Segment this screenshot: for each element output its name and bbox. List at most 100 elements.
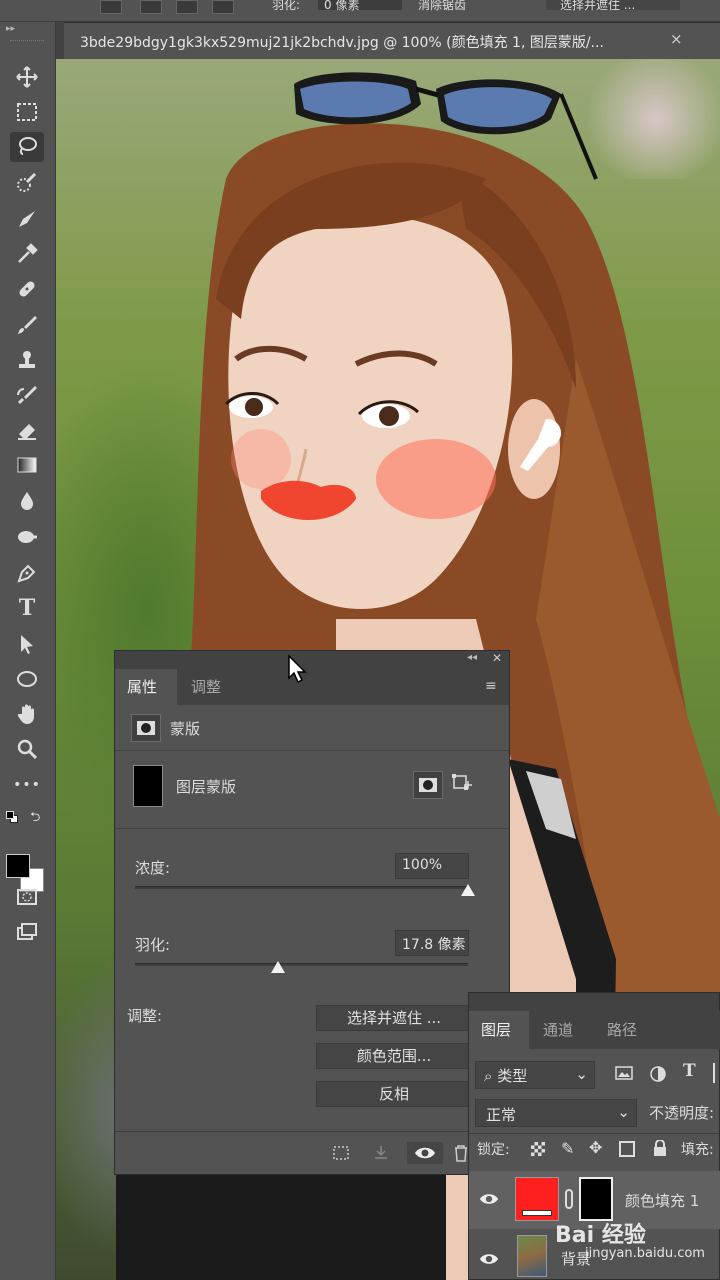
opacity-label: 不透明度: xyxy=(649,1104,715,1122)
filter-shape-icon[interactable] xyxy=(713,1063,720,1083)
density-field[interactable]: 100% xyxy=(395,853,469,879)
filter-type-icon[interactable]: T xyxy=(683,1061,696,1081)
healing-brush-icon[interactable] xyxy=(10,274,44,304)
visibility-eye-icon[interactable] xyxy=(407,1142,443,1164)
feather-value-field[interactable]: 0 像素 xyxy=(318,0,402,12)
baidu-watermark-url: jingyan.baidu.com xyxy=(585,1246,705,1261)
lock-position-icon[interactable]: ✥ xyxy=(589,1138,602,1157)
blur-icon[interactable] xyxy=(10,486,44,516)
apply-mask-icon[interactable] xyxy=(369,1142,393,1164)
load-selection-icon[interactable] xyxy=(329,1142,353,1164)
toolbar-grip[interactable] xyxy=(10,40,44,44)
filter-pixel-icon[interactable] xyxy=(615,1065,635,1083)
filter-kind-dropdown[interactable]: ⌕ 类型 ⌄ xyxy=(475,1061,595,1089)
layers-panel-header[interactable] xyxy=(469,993,719,1011)
default-colors-icon[interactable] xyxy=(6,811,18,823)
adjust-label: 调整: xyxy=(127,1007,163,1025)
filter-adjustment-icon[interactable] xyxy=(649,1065,669,1083)
background-thumbnail[interactable] xyxy=(517,1235,547,1277)
quick-mask-icon[interactable] xyxy=(10,882,44,912)
eraser-icon[interactable] xyxy=(10,415,44,445)
lasso-icon[interactable] xyxy=(10,132,44,162)
density-slider-thumb[interactable] xyxy=(461,884,475,896)
gradient-icon[interactable] xyxy=(10,450,44,480)
clone-stamp-icon[interactable] xyxy=(10,345,44,375)
history-brush-icon[interactable] xyxy=(10,380,44,410)
density-slider[interactable] xyxy=(135,886,468,889)
brush-icon[interactable] xyxy=(10,310,44,340)
density-label: 浓度: xyxy=(135,859,171,877)
dodge-icon[interactable] xyxy=(10,522,44,552)
fill-layer-icon xyxy=(522,1210,552,1216)
layer-mask-thumbnail[interactable] xyxy=(133,765,163,807)
tab-properties[interactable]: 属性 xyxy=(115,669,177,705)
layer-visibility-eye-icon[interactable] xyxy=(479,1191,503,1209)
mask-section: 蒙版 xyxy=(115,705,509,751)
color-fill-thumbnail[interactable] xyxy=(515,1177,559,1221)
new-selection-icon[interactable] xyxy=(100,0,122,14)
tab-paths[interactable]: 路径 xyxy=(595,1011,655,1049)
close-panel-icon[interactable]: ✕ xyxy=(492,651,502,665)
layer-visibility-eye-icon[interactable] xyxy=(479,1251,503,1269)
invert-button[interactable]: 反相 xyxy=(316,1081,472,1107)
quick-selection-icon[interactable] xyxy=(10,168,44,198)
document-title: 3bde29bdgy1gk3kx529muj21jk2bchdv.jpg @ 1… xyxy=(80,35,604,51)
tab-adjustments[interactable]: 调整 xyxy=(179,669,239,705)
color-range-button[interactable]: 颜色范围... xyxy=(316,1043,472,1069)
feather-field[interactable]: 17.8 像素 xyxy=(395,930,469,956)
feather-slider-thumb[interactable] xyxy=(271,961,286,973)
properties-tabs: 属性 调整 xyxy=(115,669,509,705)
layer-name[interactable]: 颜色填充 1 xyxy=(625,1190,699,1211)
move-icon[interactable] xyxy=(10,62,44,92)
layer-mask-thumbnail[interactable] xyxy=(579,1177,613,1221)
close-document-icon[interactable]: × xyxy=(670,30,683,48)
feather-label: 羽化: xyxy=(135,936,171,954)
screen-mode-icon[interactable] xyxy=(10,917,44,947)
mask-section-label: 蒙版 xyxy=(170,720,201,738)
tab-channels[interactable]: 通道 xyxy=(531,1011,593,1049)
document-tab[interactable]: 3bde29bdgy1gk3kx529muj21jk2bchdv.jpg @ 1… xyxy=(64,22,720,59)
lock-artboard-icon[interactable] xyxy=(619,1141,635,1157)
divider xyxy=(469,1133,719,1134)
panel-menu-icon[interactable]: ≡ xyxy=(485,678,497,694)
add-pixel-mask-icon[interactable] xyxy=(413,771,443,799)
add-vector-mask-icon[interactable] xyxy=(451,773,473,795)
mask-link-icon[interactable] xyxy=(565,1189,573,1209)
intersect-selection-icon[interactable] xyxy=(212,0,234,14)
select-and-mask-button[interactable]: 选择并遮住 ... xyxy=(316,1005,472,1031)
hand-icon[interactable] xyxy=(10,699,44,729)
select-and-mask-button[interactable]: 选择并遮住 ... xyxy=(546,0,680,12)
layer-mask-row: 图层蒙版 xyxy=(115,751,509,829)
subtract-selection-icon[interactable] xyxy=(176,0,198,14)
fill-label: 填充: xyxy=(681,1142,714,1158)
swap-colors-icon[interactable]: ⮌ xyxy=(30,808,40,830)
path-selection-icon[interactable] xyxy=(10,629,44,659)
properties-panel-header[interactable]: ◂◂ ✕ xyxy=(115,651,509,669)
options-bar: 羽化: 0 像素 消除锯齿 选择并遮住 ... xyxy=(0,0,720,22)
tab-layers[interactable]: 图层 xyxy=(469,1011,529,1049)
ellipse-icon[interactable] xyxy=(10,664,44,694)
blend-mode-dropdown[interactable]: 正常 ⌄ xyxy=(475,1099,637,1127)
lock-image-icon[interactable]: ✎ xyxy=(561,1139,574,1158)
feather-slider[interactable] xyxy=(135,963,468,966)
foreground-color-swatch[interactable] xyxy=(6,854,30,878)
eyedropper-icon[interactable] xyxy=(10,239,44,269)
marquee-icon[interactable] xyxy=(10,97,44,127)
collapse-panel-icon[interactable]: ◂◂ xyxy=(467,652,477,663)
crop-icon[interactable] xyxy=(10,204,44,234)
layer-mask-label: 图层蒙版 xyxy=(176,778,237,796)
zoom-icon[interactable] xyxy=(10,734,44,764)
pixel-mask-icon[interactable] xyxy=(131,714,161,742)
add-to-selection-icon[interactable] xyxy=(140,0,162,14)
more-tools-label: ••• xyxy=(13,777,41,793)
search-icon: ⌕ xyxy=(484,1067,493,1085)
more-icon[interactable]: ••• xyxy=(10,770,44,800)
antialias-checkbox[interactable]: 消除锯齿 xyxy=(418,0,466,12)
lock-transparent-icon[interactable] xyxy=(531,1142,545,1156)
collapse-toolbar-icon[interactable]: ▸▸ xyxy=(6,24,15,34)
lock-label: 锁定: xyxy=(477,1142,510,1158)
pen-icon[interactable] xyxy=(10,558,44,588)
type-tool-glyph: T xyxy=(18,595,36,621)
lock-all-icon[interactable] xyxy=(653,1139,667,1156)
type-icon[interactable]: T xyxy=(10,593,44,623)
